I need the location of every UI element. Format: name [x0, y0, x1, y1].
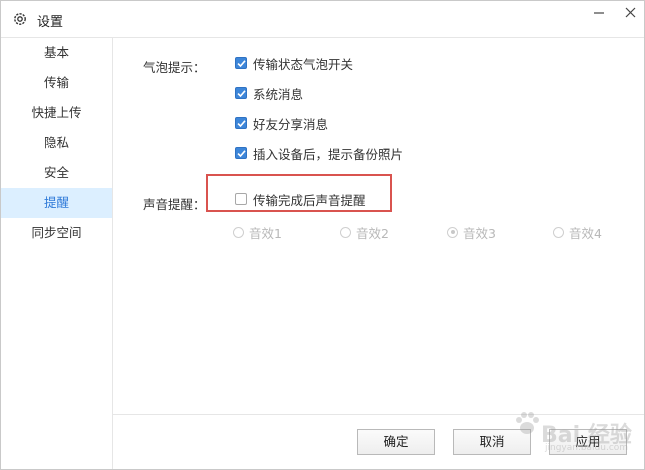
ok-button[interactable]: 确定: [357, 429, 435, 455]
close-icon[interactable]: [620, 5, 642, 21]
checkbox-label: 传输状态气泡开关: [253, 56, 354, 72]
checkbox-checked[interactable]: [235, 117, 247, 129]
bubble-section-label: 气泡提示：: [143, 60, 206, 75]
sound-section-label: 声音提醒：: [143, 197, 206, 212]
settings-window: 设置 基本 传输 快捷上传 隐私 安全 提醒 同步空间 气泡提示： 传输状态气泡…: [0, 0, 645, 470]
checkbox-label: 插入设备后，提示备份照片: [253, 146, 404, 162]
title-bar: 设置: [1, 1, 644, 38]
sound-effect-1[interactable]: 音效1: [233, 222, 282, 242]
checkbox-label: 传输完成后声音提醒: [253, 192, 366, 208]
sidebar-item-reminder[interactable]: 提醒: [1, 188, 112, 218]
minimize-icon[interactable]: [588, 5, 610, 21]
sound-effect-2[interactable]: 音效2: [340, 222, 389, 242]
checkbox-unchecked[interactable]: [235, 193, 247, 205]
sidebar-item-sync-space[interactable]: 同步空间: [1, 218, 112, 248]
check-icon: [236, 119, 246, 127]
radio-label: 音效4: [569, 225, 602, 241]
sidebar-item-privacy[interactable]: 隐私: [1, 128, 112, 158]
check-icon: [236, 149, 246, 157]
watermark-url: jingyan.baidu.com: [545, 443, 629, 453]
bubble-option-friend-share[interactable]: 好友分享消息: [235, 113, 328, 133]
sidebar-item-transfer[interactable]: 传输: [1, 68, 112, 98]
sidebar-item-basic[interactable]: 基本: [1, 38, 112, 68]
check-icon: [236, 59, 246, 67]
sound-effect-3[interactable]: 音效3: [447, 222, 496, 242]
radio-button[interactable]: [340, 226, 351, 238]
radio-button[interactable]: [553, 226, 564, 238]
check-icon: [236, 89, 246, 97]
gear-icon: [14, 13, 26, 25]
checkbox-checked[interactable]: [235, 147, 247, 159]
sidebar-item-security[interactable]: 安全: [1, 158, 112, 188]
radio-button[interactable]: [233, 226, 244, 238]
checkbox-label: 好友分享消息: [253, 116, 329, 132]
radio-button-selected[interactable]: [447, 226, 458, 238]
bubble-option-backup-photos[interactable]: 插入设备后，提示备份照片: [235, 143, 403, 163]
bubble-option-transfer-status[interactable]: 传输状态气泡开关: [235, 53, 353, 73]
radio-label: 音效1: [249, 225, 282, 241]
radio-label: 音效2: [356, 225, 389, 241]
sound-option-transfer-complete[interactable]: 传输完成后声音提醒: [235, 189, 366, 209]
settings-sidebar: 基本 传输 快捷上传 隐私 安全 提醒 同步空间: [1, 38, 113, 469]
radio-label: 音效3: [463, 225, 496, 241]
checkbox-checked[interactable]: [235, 57, 247, 69]
checkbox-label: 系统消息: [253, 86, 304, 102]
window-title: 设置: [37, 15, 64, 30]
baidu-jingyan-watermark: Bai 经验 jingyan.baidu.com: [511, 399, 641, 461]
sidebar-item-quick-upload[interactable]: 快捷上传: [1, 98, 112, 128]
sound-effect-4[interactable]: 音效4: [553, 222, 602, 242]
bubble-option-system-messages[interactable]: 系统消息: [235, 83, 303, 103]
paw-logo-icon: [516, 412, 539, 434]
checkbox-checked[interactable]: [235, 87, 247, 99]
